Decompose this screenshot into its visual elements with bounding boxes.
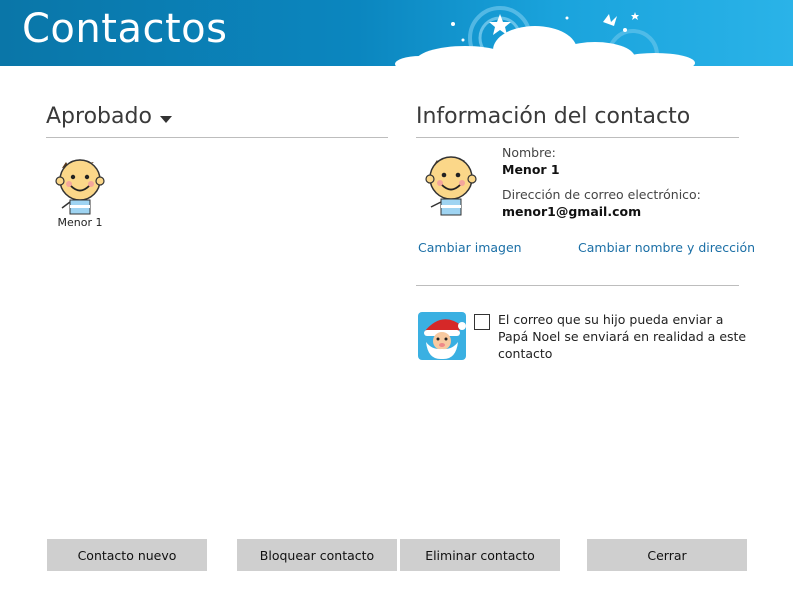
header-bar: Contactos [0, 0, 793, 66]
right-divider [416, 137, 739, 138]
close-button[interactable]: Cerrar [587, 539, 747, 571]
dropdown-arrow-icon[interactable] [160, 116, 172, 123]
block-contact-button[interactable]: Bloquear contacto [237, 539, 397, 571]
info-divider [416, 285, 739, 286]
santa-redirect-label: El correo que su hijo pueda enviar a Pap… [498, 312, 747, 361]
change-name-address-link[interactable]: Cambiar nombre y dirección [578, 240, 755, 255]
approved-filter-title[interactable]: Aprobado [46, 104, 152, 129]
new-contact-button[interactable]: Contacto nuevo [47, 539, 207, 571]
page-title: Contactos [22, 6, 228, 52]
snow-clouds-decoration-icon [395, 6, 695, 66]
email-label: Dirección de correo electrónico: [502, 187, 701, 202]
name-label: Nombre: [502, 145, 556, 160]
email-value: menor1@gmail.com [502, 204, 642, 219]
name-value: Menor 1 [502, 162, 560, 177]
left-divider [46, 137, 388, 138]
change-image-link[interactable]: Cambiar imagen [418, 240, 522, 255]
contact-item[interactable]: Menor 1 [48, 150, 112, 232]
boy-avatar-icon [55, 159, 105, 215]
contact-name: Menor 1 [57, 216, 103, 229]
delete-contact-button[interactable]: Eliminar contacto [400, 539, 560, 571]
santa-redirect-checkbox[interactable] [474, 314, 490, 330]
boy-avatar-icon [425, 156, 477, 216]
contact-info-title: Información del contacto [416, 104, 691, 129]
santa-icon [418, 312, 466, 360]
